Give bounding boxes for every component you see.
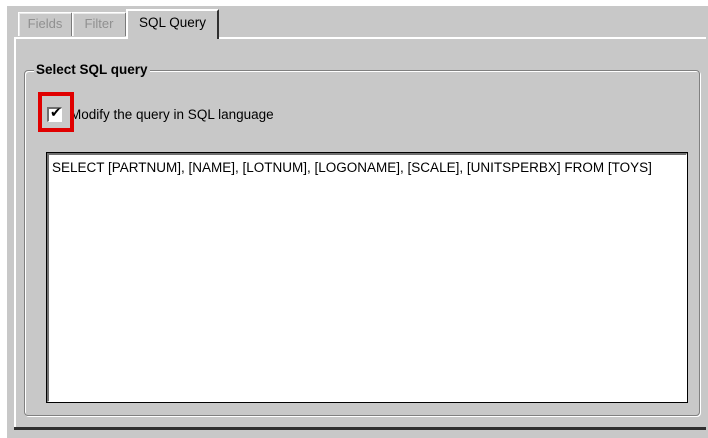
red-highlight-box: [38, 92, 74, 132]
sql-query-textarea[interactable]: SELECT [PARTNUM], [NAME], [LOTNUM], [LOG…: [47, 153, 687, 402]
tab-sql-query[interactable]: SQL Query: [126, 9, 219, 39]
tab-fields[interactable]: Fields: [18, 12, 73, 36]
group-title: Select SQL query: [34, 62, 150, 78]
tab-page-bottom-border: [14, 427, 706, 430]
query-dialog-screenshot: Fields Filter SQL Query Select SQL query…: [0, 0, 708, 438]
tab-filter[interactable]: Filter: [72, 12, 127, 36]
modify-query-label[interactable]: Modify the query in SQL language: [70, 107, 274, 123]
